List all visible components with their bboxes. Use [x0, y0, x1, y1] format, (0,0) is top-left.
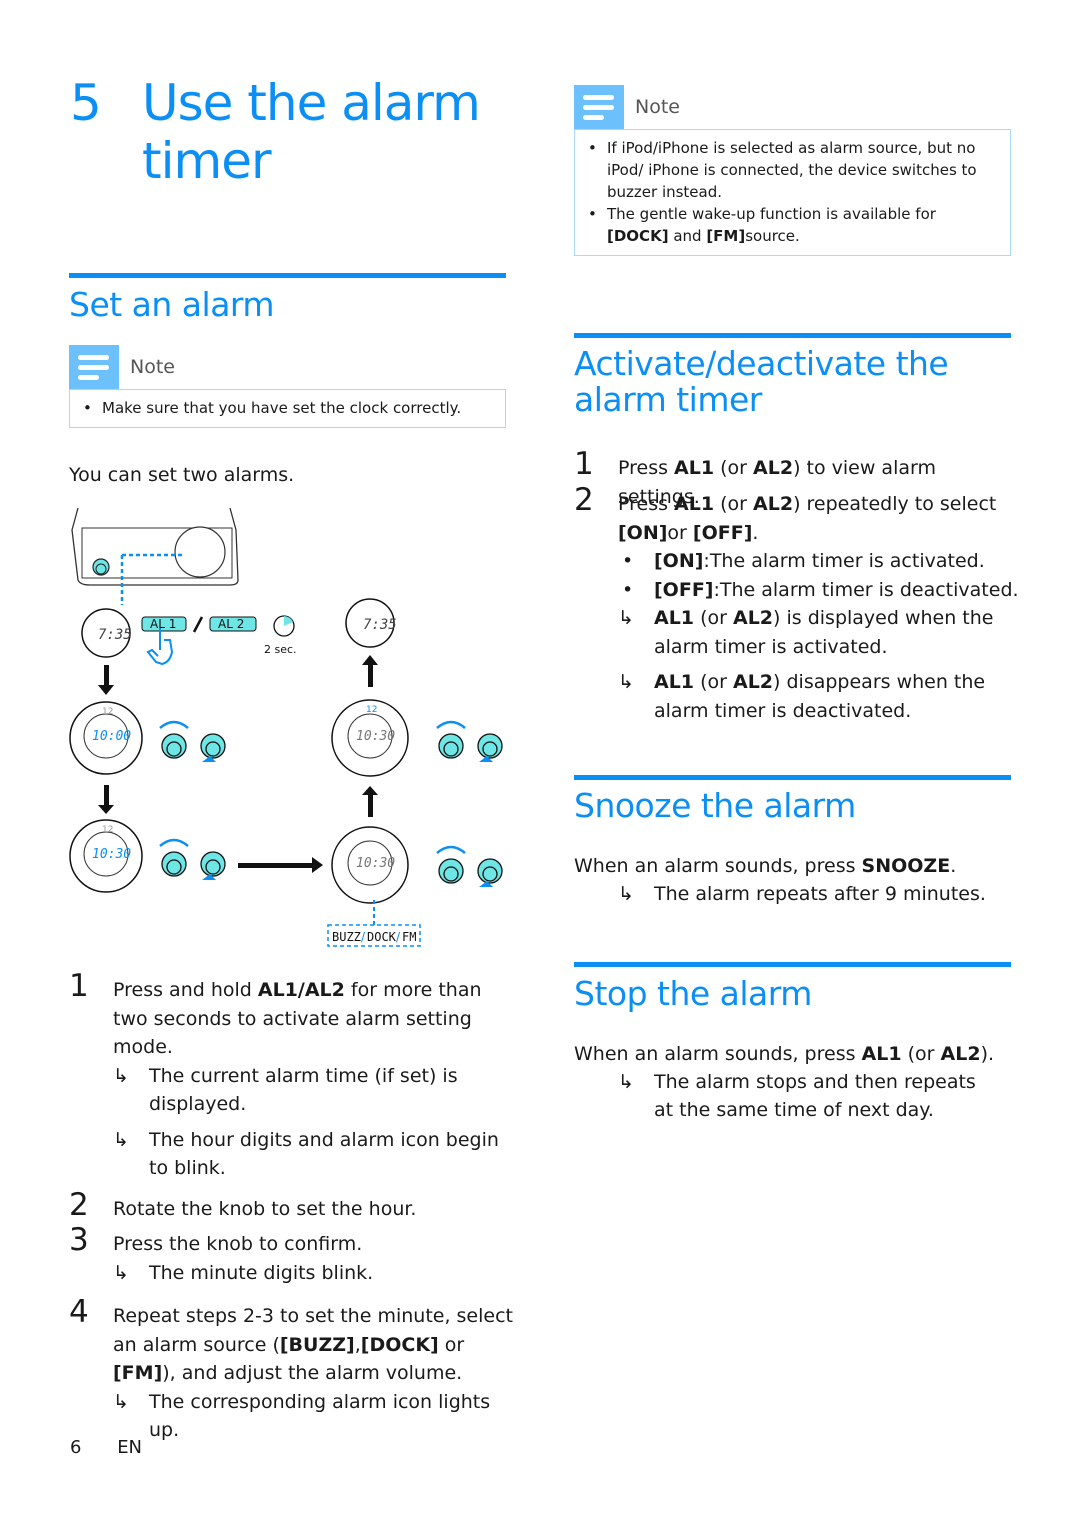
svg-text:10:30: 10:30	[92, 847, 131, 862]
svg-text:FM: FM	[402, 930, 416, 944]
note-set-alarm: Note Make sure that you have set the clo…	[69, 345, 506, 428]
display-10-30-c: 10:30	[331, 826, 409, 925]
note-item: Make sure that you have set the clock co…	[82, 397, 491, 419]
svg-text:BUZZ: BUZZ	[332, 930, 361, 944]
section-rule	[69, 273, 506, 278]
note-item: The gentle wake-up function is available…	[587, 203, 996, 247]
display-10-00: 12 10:00	[69, 701, 143, 775]
language-code: EN	[117, 1437, 143, 1458]
step-4: 4 Repeat steps 2-3 to set the minute, se…	[69, 1297, 519, 1445]
section-rule	[574, 775, 1011, 780]
result-item: ↳ The hour digits and alarm icon begin to…	[113, 1128, 499, 1180]
chapter-number: 5	[70, 74, 102, 132]
display-10-30-a: 12 10:30	[69, 819, 143, 893]
step-3: 3 Press the knob to confirm. ↳ The minute…	[69, 1225, 509, 1287]
result-item: ↳ The alarm repeats after 9 minutes.	[618, 883, 986, 905]
page-number: 6	[70, 1437, 82, 1458]
stop-text: When an alarm sounds, press AL1 (or AL2)…	[574, 1040, 1019, 1124]
note-item: If iPod/iPhone is selected as alarm sour…	[587, 137, 996, 203]
al1-button-label: AL 1	[150, 617, 176, 631]
heading-activate: Activate/deactivate the alarm timer	[574, 344, 949, 419]
device-illustration	[71, 507, 239, 605]
al2-button-label: AL 2	[218, 617, 244, 631]
result-item: ↳ The minute digits blink.	[113, 1261, 374, 1284]
section-rule	[574, 333, 1011, 338]
step-2: 2 Rotate the knob to set the hour.	[69, 1187, 417, 1223]
result-item: ↳ The corresponding alarm icon lights up.	[113, 1390, 491, 1442]
svg-text:10:00: 10:00	[92, 729, 131, 744]
note-icon	[69, 345, 119, 389]
display-10-30-b: 12 10:30	[331, 699, 409, 777]
intro-text: You can set two alarms.	[69, 464, 295, 486]
svg-text:12: 12	[102, 825, 113, 835]
svg-text:/: /	[361, 930, 366, 944]
result-item: ↳ AL1 (or AL2) is displayed when the alar…	[618, 607, 994, 658]
note-alarm-source: Note If iPod/iPhone is selected as alarm…	[574, 85, 1011, 256]
activate-step-2: 2 Press AL1 (or AL2) repeatedly to selec…	[574, 485, 1019, 725]
section-rule	[574, 962, 1011, 967]
result-item: ↳ AL1 (or AL2) disappears when the alarm …	[618, 671, 986, 722]
snooze-text: When an alarm sounds, press SNOOZE. ↳ The…	[574, 852, 1019, 908]
hold-time-label: 2 sec.	[264, 643, 297, 656]
svg-text:7:35: 7:35	[363, 617, 397, 633]
note-label: Note	[130, 356, 175, 378]
svg-text:10:30: 10:30	[356, 729, 395, 744]
display-time: 7:35	[98, 627, 132, 643]
heading-stop: Stop the alarm	[574, 974, 812, 1013]
hand-press-icon	[146, 628, 174, 666]
svg-text:12: 12	[366, 705, 377, 715]
result-item: ↳ The alarm stops and then repeats at the…	[618, 1071, 976, 1121]
page-footer: 6 EN	[70, 1437, 172, 1458]
chapter-title: Use the alarm timer	[142, 74, 481, 190]
note-icon	[574, 85, 624, 129]
result-item: ↳ The current alarm time (if set) is disp…	[113, 1064, 458, 1116]
step-1: 1 Press and hold AL1/AL2 for more than t…	[69, 971, 509, 1183]
heading-snooze: Snooze the alarm	[574, 786, 856, 825]
svg-text:12: 12	[102, 707, 113, 717]
heading-set-alarm: Set an alarm	[69, 285, 275, 324]
bullet-item: • [ON]:The alarm timer is activated.	[622, 550, 985, 572]
svg-text:/: /	[396, 930, 401, 944]
bullet-item: • [OFF]:The alarm timer is deactivated.	[622, 578, 1019, 601]
svg-text:10:30: 10:30	[356, 856, 395, 871]
alarm-setting-diagram: 7:35 AL 1 AL 2 2 sec. 7:35 12 10:00 12 1…	[69, 507, 503, 947]
svg-text:DOCK: DOCK	[367, 930, 397, 944]
